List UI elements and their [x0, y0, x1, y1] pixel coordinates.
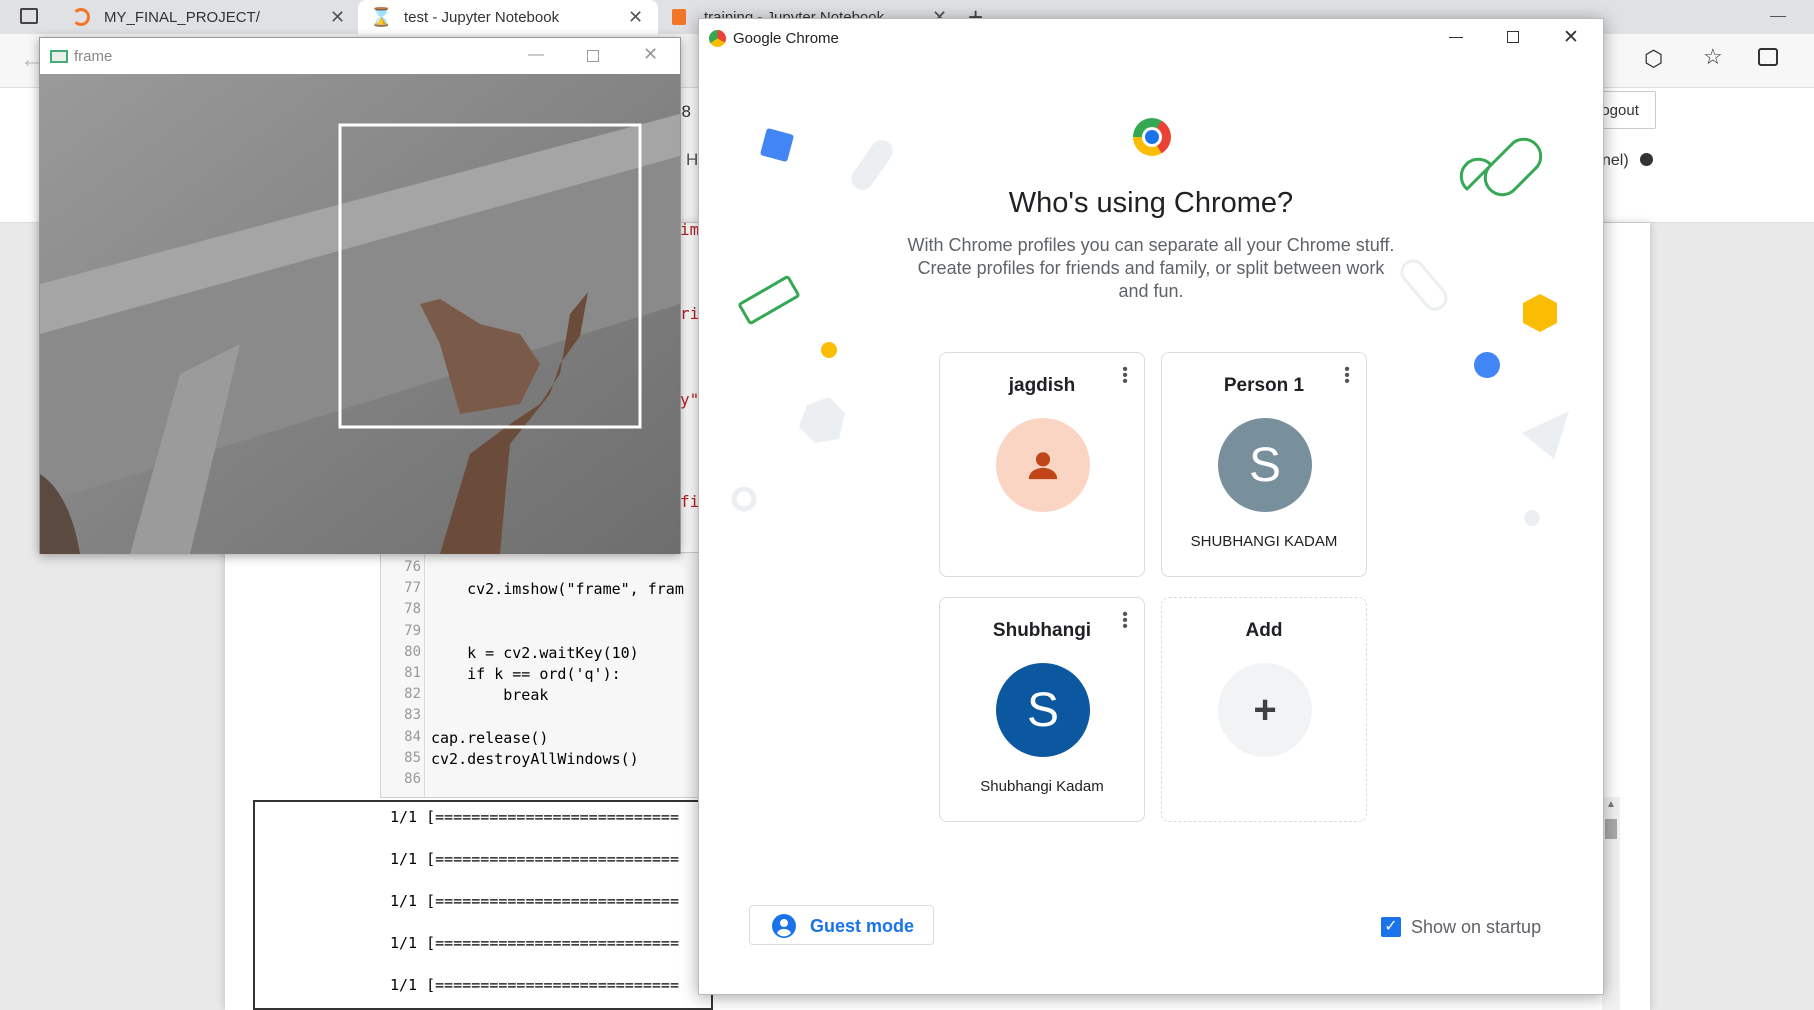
partial-text: fi	[680, 492, 700, 511]
partial-text: y"	[680, 390, 700, 409]
plus-icon: +	[1218, 663, 1312, 757]
profile-card-jagdish[interactable]: jagdish • • •	[939, 352, 1145, 577]
profile-name: Person 1	[1223, 375, 1305, 396]
camera-image	[40, 74, 680, 554]
close-icon[interactable]: ✕	[643, 44, 658, 65]
more-options-icon[interactable]: • • •	[1122, 607, 1128, 635]
output-line: 1/1 [===========================	[390, 976, 679, 994]
account-circle-icon	[772, 914, 796, 938]
line-number: 79	[404, 622, 421, 639]
chrome-profile-window[interactable]: Google Chrome ✕ Who's using Chrome? With…	[698, 18, 1604, 995]
extensions-icon[interactable]: ⬡	[1644, 46, 1663, 72]
favorites-icon[interactable]: ☆	[1703, 44, 1723, 70]
output-line: 1/1 [===========================	[390, 934, 679, 952]
frame-titlebar[interactable]: frame — ✕	[40, 38, 680, 74]
profile-name: Shubhangi	[992, 620, 1092, 641]
output-line: 1/1 [===========================	[390, 808, 679, 826]
output-line: 1/1 [===========================	[390, 850, 679, 868]
profile-subtitle: SHUBHANGI KADAM	[1190, 533, 1338, 550]
collections-icon[interactable]	[1758, 48, 1778, 66]
scroll-thumb[interactable]	[1605, 819, 1617, 839]
output-scrollbar[interactable]: ▲	[1602, 797, 1620, 1010]
jupyter-icon	[72, 8, 90, 26]
minimize-browser-icon[interactable]	[1770, 16, 1786, 17]
line-number: 80	[404, 643, 421, 660]
frame-title: frame	[74, 47, 113, 65]
checkbox-checked-icon[interactable]: ✓	[1381, 917, 1401, 937]
line-number: 78	[404, 601, 421, 618]
line-number: 84	[404, 728, 421, 745]
frame-app-icon	[50, 50, 68, 63]
partial-text: im	[680, 220, 700, 239]
avatar: S	[996, 663, 1090, 757]
kernel-name: nel)	[1602, 152, 1629, 169]
hourglass-icon: ⌛	[370, 6, 393, 27]
code-cell[interactable]: 76 77 cv2.imshow("frame", fram 78 79 80 k = …	[380, 552, 700, 798]
person-icon	[1028, 452, 1058, 480]
code-line: if k == ord('q'):	[431, 665, 621, 683]
line-number: 82	[404, 686, 421, 703]
add-label: Add	[1245, 620, 1283, 641]
close-tab-icon[interactable]: ✕	[628, 7, 643, 28]
camera-feed	[40, 74, 680, 554]
show-on-startup-label: Show on startup	[1411, 917, 1542, 937]
code-line: cv2.imshow("frame", fram	[431, 580, 684, 599]
code-line: cap.release()	[431, 728, 549, 747]
line-number: 83	[404, 707, 421, 724]
output-cell: 1/1 [=========================== 1/1 [===…	[253, 800, 713, 1010]
avatar	[996, 418, 1090, 512]
line-number: 77	[404, 580, 421, 597]
code-line: break	[431, 686, 549, 705]
code-line: k = cv2.waitKey(10)	[431, 643, 639, 662]
page-heading: Who's using Chrome?	[1008, 187, 1294, 219]
avatar: S	[1218, 418, 1312, 512]
more-options-icon[interactable]: • • •	[1344, 362, 1350, 390]
profile-name: jagdish	[1008, 375, 1076, 396]
more-options-icon[interactable]: • • •	[1122, 362, 1128, 390]
frame-window[interactable]: frame — ✕	[39, 37, 681, 554]
scroll-up-icon[interactable]: ▲	[1606, 799, 1616, 810]
partial-text: ri	[680, 304, 700, 323]
code-line: cv2.destroyAllWindows()	[431, 749, 639, 768]
notebook-icon	[672, 9, 686, 25]
tab-label: MY_FINAL_PROJECT/	[104, 8, 260, 26]
line-number: 85	[404, 749, 421, 766]
page-description: With Chrome profiles you can separate al…	[907, 235, 1395, 301]
output-line: 1/1 [===========================	[390, 892, 679, 910]
line-number: 76	[404, 559, 421, 575]
guest-mode-label: Guest mode	[810, 916, 915, 936]
tab-label: test - Jupyter Notebook	[404, 8, 560, 26]
profile-subtitle: Shubhangi Kadam	[980, 778, 1104, 795]
decorative-shapes	[731, 128, 1569, 526]
tab-my-final-project[interactable]: MY_FINAL_PROJECT/ ✕	[60, 0, 352, 34]
minimize-icon[interactable]: —	[528, 46, 544, 64]
profile-card-shubhangi[interactable]: Shubhangi • • • S Shubhangi Kadam	[939, 597, 1145, 822]
chrome-logo-large	[1133, 118, 1171, 156]
kernel-status-icon	[1640, 153, 1653, 166]
partial-text: H	[686, 150, 699, 169]
tab-actions-icon[interactable]	[20, 8, 38, 24]
maximize-icon[interactable]	[587, 50, 599, 62]
line-number: 81	[404, 665, 421, 681]
guest-mode-button[interactable]: Guest mode	[749, 905, 934, 945]
add-profile-card[interactable]: Add +	[1161, 597, 1367, 822]
tab-test-notebook[interactable]: ⌛ test - Jupyter Notebook ✕	[358, 0, 658, 34]
profile-card-person-1[interactable]: Person 1 • • • S SHUBHANGI KADAM	[1161, 352, 1367, 577]
close-tab-icon[interactable]: ✕	[330, 7, 345, 28]
line-number: 86	[404, 771, 421, 787]
show-on-startup-toggle[interactable]: ✓ Show on startup	[1381, 915, 1581, 939]
